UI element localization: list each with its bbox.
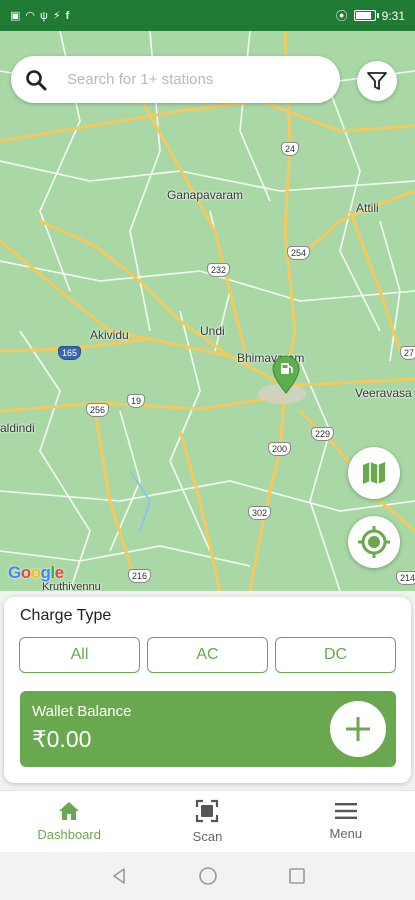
route-shield: 200 bbox=[268, 442, 292, 456]
plus-icon bbox=[346, 717, 370, 741]
back-icon[interactable] bbox=[110, 867, 128, 885]
map-icon bbox=[363, 462, 385, 484]
map-place-label: Akividu bbox=[90, 328, 129, 342]
my-location-button[interactable] bbox=[348, 516, 400, 568]
route-shield: 27 bbox=[400, 346, 415, 360]
scan-icon bbox=[196, 799, 219, 823]
map-type-button[interactable] bbox=[348, 447, 400, 499]
bottom-navigation: Dashboard Scan Menu bbox=[0, 790, 415, 852]
nav-dashboard[interactable]: Dashboard bbox=[0, 791, 138, 852]
add-money-button[interactable] bbox=[330, 701, 386, 757]
search-bar[interactable] bbox=[11, 56, 340, 103]
location-icon: ⦿ bbox=[335, 9, 348, 23]
status-icons-left: ▣ ◠ ψ ⚡ f bbox=[10, 9, 70, 23]
crosshair-icon bbox=[358, 526, 390, 558]
map-place-label: Attili bbox=[356, 201, 379, 215]
route-shield: 216 bbox=[128, 569, 152, 583]
filter-icon bbox=[367, 72, 387, 90]
map-view[interactable]: Ganapavaram Attili Undi Akividu Bhimavar… bbox=[0, 31, 415, 591]
menu-icon bbox=[334, 803, 357, 819]
route-shield: 229 bbox=[311, 427, 335, 441]
map-place-label: Veeravasa bbox=[355, 386, 412, 400]
sim-icon: ▣ bbox=[10, 10, 21, 22]
wallet-card: Wallet Balance ₹0.00 bbox=[20, 691, 396, 767]
route-shield: 256 bbox=[86, 403, 110, 417]
route-shield: 19 bbox=[127, 394, 146, 408]
nav-menu-label: Menu bbox=[329, 826, 363, 841]
charge-panel: Charge Type All AC DC Wallet Balance ₹0.… bbox=[4, 597, 411, 783]
home-circle-icon[interactable] bbox=[198, 866, 218, 886]
wifi-icon: ◠ bbox=[25, 10, 36, 22]
recents-icon[interactable] bbox=[288, 867, 306, 885]
map-place-label: Undi bbox=[200, 324, 225, 338]
nav-scan-label: Scan bbox=[192, 829, 223, 844]
charge-type-all-button[interactable]: All bbox=[19, 637, 140, 673]
usb-icon: ψ bbox=[40, 9, 48, 22]
route-shield: 214 bbox=[396, 571, 415, 585]
map-place-label: Ganapavaram bbox=[167, 188, 244, 202]
facebook-icon: f bbox=[65, 9, 70, 22]
charging-station-pin-icon bbox=[272, 355, 300, 394]
map-place-label: aldindi bbox=[0, 421, 35, 435]
route-shield: 302 bbox=[248, 506, 272, 520]
charging-icon: ⚡ bbox=[52, 10, 61, 22]
home-icon bbox=[59, 802, 80, 820]
route-shield: 254 bbox=[287, 246, 311, 260]
nav-menu[interactable]: Menu bbox=[277, 791, 415, 852]
search-input[interactable] bbox=[67, 71, 307, 88]
search-icon bbox=[26, 69, 47, 90]
nav-dashboard-label: Dashboard bbox=[37, 827, 101, 842]
map-roads bbox=[0, 31, 415, 591]
nav-scan[interactable]: Scan bbox=[138, 791, 276, 852]
charge-type-dc-button[interactable]: DC bbox=[275, 637, 396, 673]
google-logo: Google bbox=[8, 563, 64, 582]
route-shield: 232 bbox=[207, 263, 231, 277]
battery-icon bbox=[353, 10, 379, 21]
system-navigation-bar bbox=[0, 852, 415, 900]
route-shield: 24 bbox=[281, 142, 300, 156]
charge-type-title: Charge Type bbox=[20, 607, 112, 624]
status-bar: ▣ ◠ ψ ⚡ f ⦿ 9:31 bbox=[0, 0, 415, 31]
wallet-amount: ₹0.00 bbox=[32, 726, 92, 752]
route-shield: 165 bbox=[58, 346, 82, 360]
station-marker[interactable] bbox=[272, 355, 300, 399]
wallet-label: Wallet Balance bbox=[32, 703, 132, 720]
status-time: 9:31 bbox=[381, 8, 405, 23]
filter-button[interactable] bbox=[357, 61, 397, 101]
charge-type-ac-button[interactable]: AC bbox=[147, 637, 268, 673]
